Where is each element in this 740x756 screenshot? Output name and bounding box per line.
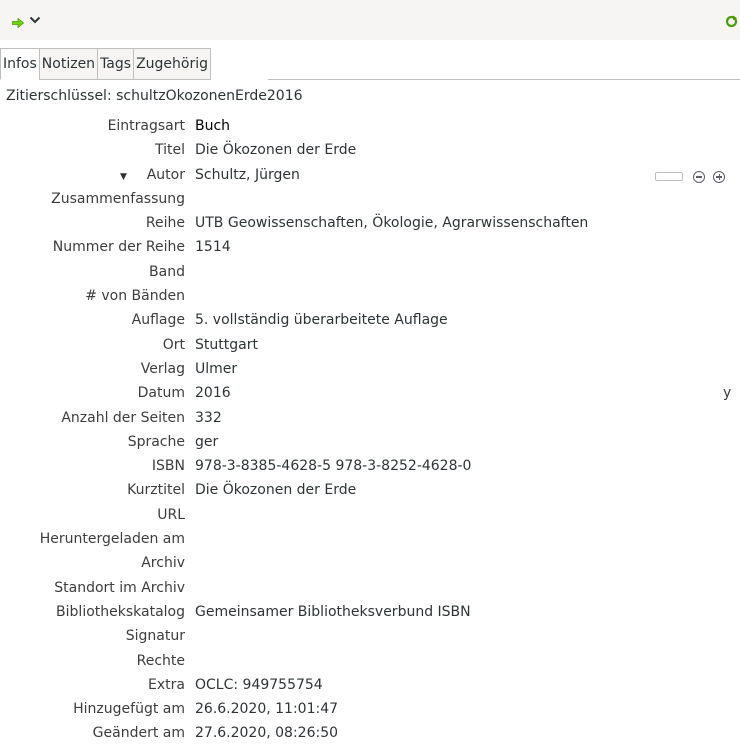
field-row-rechte: Rechte [0, 650, 740, 674]
field-label: Heruntergeladen am [39, 531, 185, 548]
field-row-archiv: Archiv [0, 552, 740, 576]
field-label[interactable]: Autor [147, 167, 185, 183]
field-row-auflage: Auflage 5. vollständig überarbeitete Auf… [0, 309, 740, 333]
field-row-extra: Extra OCLC: 949755754 [0, 674, 740, 698]
field-label: Sprache [127, 433, 185, 450]
field-value[interactable]: 5. vollständig überarbeitete Auflage [195, 312, 448, 328]
field-label: Nummer der Reihe [52, 239, 185, 256]
field-row-nummer-der-reihe: Nummer der Reihe 1514 [0, 236, 740, 260]
field-row-zusammenfassung: Zusammenfassung [0, 188, 740, 212]
field-label: Extra [148, 676, 185, 693]
date-parse-flag: y [723, 385, 732, 402]
field-row-standort-im-archiv: Standort im Archiv [0, 577, 740, 601]
field-value[interactable]: 2016 [195, 385, 231, 401]
field-label: Geändert am [92, 725, 185, 742]
field-label: Datum [137, 385, 185, 402]
field-label: Reihe [145, 215, 185, 232]
field-row-autor: ▼ Autor Schultz, Jürgen [0, 164, 740, 188]
field-label: Hinzugefügt am [73, 701, 185, 718]
citation-key: Zitierschlüssel: schultzOkozonenErde2016 [6, 88, 303, 104]
field-label: Standort im Archiv [54, 579, 185, 596]
date-modified-value: 27.6.2020, 08:26:50 [195, 725, 339, 742]
creator-type-toggle-icon[interactable]: ▼ [120, 172, 127, 182]
field-value[interactable]: 978-3-8385-4628-5 978-3-8252-4628-0 [195, 458, 471, 474]
field-value[interactable]: 332 [195, 410, 222, 426]
tab-divider [268, 79, 740, 80]
field-label: Verlag [140, 360, 185, 377]
field-row-url: URL [0, 504, 740, 528]
item-pane-toolbar [0, 0, 740, 40]
field-row-band: Band [0, 261, 740, 285]
name-mode-switch[interactable] [655, 172, 683, 182]
field-label: Auflage [131, 312, 185, 329]
field-row-sprache: Sprache ger [0, 431, 740, 455]
field-value[interactable]: Ulmer [195, 361, 237, 377]
field-row-reihe: Reihe UTB Geowissenschaften, Ökologie, A… [0, 212, 740, 236]
field-value[interactable]: Die Ökozonen der Erde [195, 482, 356, 498]
field-label: URL [157, 506, 185, 523]
field-value[interactable]: OCLC: 949755754 [195, 677, 323, 693]
locate-arrow-icon[interactable] [11, 16, 25, 32]
item-type-value[interactable]: Buch [195, 118, 230, 134]
field-label: Eintragsart [107, 118, 185, 134]
field-row-titel: Titel Die Ökozonen der Erde [0, 139, 740, 163]
field-row-signatur: Signatur [0, 625, 740, 649]
date-added-value: 26.6.2020, 11:01:47 [195, 701, 339, 718]
sync-icon[interactable] [725, 15, 738, 32]
info-fields: Eintragsart Buch Titel Die Ökozonen der … [0, 115, 740, 747]
field-row-datum: Datum 2016 y [0, 382, 740, 406]
tab-tags[interactable]: Tags [97, 48, 135, 80]
field-row-eintragsart: Eintragsart Buch [0, 115, 740, 139]
field-row-bibliothekskatalog: Bibliothekskatalog Gemeinsamer Bibliothe… [0, 601, 740, 625]
tab-notizen[interactable]: Notizen [38, 48, 99, 80]
field-value[interactable]: UTB Geowissenschaften, Ökologie, Agrarwi… [195, 215, 588, 231]
field-label: Anzahl der Seiten [61, 409, 185, 426]
field-row-verlag: Verlag Ulmer [0, 358, 740, 382]
field-row-geaendert-am: Geändert am 27.6.2020, 08:26:50 [0, 722, 740, 746]
field-label: Signatur [125, 628, 185, 645]
item-tabs: Infos Notizen Tags Zugehörig [0, 48, 211, 80]
creator-controls [655, 170, 733, 183]
field-value[interactable]: 1514 [195, 239, 231, 255]
field-row-von-baenden: # von Bänden [0, 285, 740, 309]
field-label: Rechte [136, 652, 185, 669]
field-label: Band [149, 263, 185, 280]
field-label: # von Bänden [85, 288, 185, 305]
field-row-ort: Ort Stuttgart [0, 334, 740, 358]
field-label: Kurztitel [127, 482, 185, 499]
chevron-down-icon[interactable] [29, 13, 41, 29]
field-row-isbn: ISBN 978-3-8385-4628-5 978-3-8252-4628-0 [0, 455, 740, 479]
field-value[interactable]: Gemeinsamer Bibliotheksverbund ISBN [195, 604, 471, 620]
field-label: Titel [154, 142, 185, 159]
tab-zugehoerig[interactable]: Zugehörig [133, 48, 211, 80]
field-row-anzahl-der-seiten: Anzahl der Seiten 332 [0, 407, 740, 431]
field-label: Bibliothekskatalog [56, 603, 185, 620]
minus-circle-icon[interactable] [693, 170, 705, 183]
field-row-kurztitel: Kurztitel Die Ökozonen der Erde [0, 479, 740, 503]
field-value[interactable]: Schultz, Jürgen [195, 167, 300, 183]
field-row-hinzugefuegt-am: Hinzugefügt am 26.6.2020, 11:01:47 [0, 698, 740, 722]
field-label: ISBN [151, 458, 185, 475]
field-value[interactable]: ger [195, 434, 218, 450]
field-row-heruntergeladen-am: Heruntergeladen am [0, 528, 740, 552]
field-value[interactable]: Stuttgart [195, 337, 258, 353]
field-label: Zusammenfassung [51, 190, 185, 207]
plus-circle-icon[interactable] [713, 170, 725, 183]
field-label: Ort [162, 336, 185, 353]
field-label: Archiv [141, 555, 185, 572]
tab-infos[interactable]: Infos [0, 48, 40, 80]
field-value[interactable]: Die Ökozonen der Erde [195, 142, 356, 158]
